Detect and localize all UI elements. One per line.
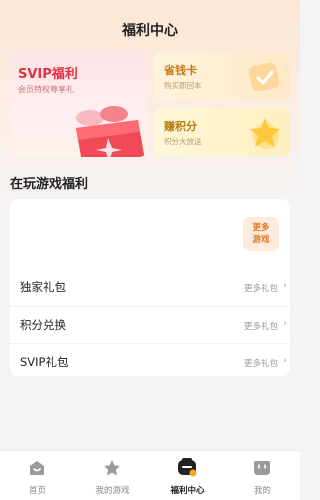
chevron-right-icon: › [283,281,287,291]
more-games-line1: 更多 [252,223,270,233]
profile-icon [254,461,270,475]
home-icon [30,461,44,475]
tab-my-games-label: 我的游戏 [95,486,130,496]
svip-card-subtitle: 会员特权尊享礼 [18,85,74,94]
chevron-right-icon: › [283,319,287,329]
tab-profile-label: 我的 [253,486,271,496]
list-item-exclusive-gift[interactable]: 独家礼包 更多礼包 › [10,269,290,303]
savings-card-title: 省钱卡 [164,64,197,77]
more-gifts-link[interactable]: 更多礼包 [244,320,278,332]
list-item-label: 独家礼包 [20,280,66,294]
welfare-icon [178,458,197,477]
tab-home[interactable]: 首页 [0,451,75,500]
list-item-points-exchange[interactable]: 积分兑换 更多礼包 › [10,306,290,340]
tab-welfare-center[interactable]: 福利中心 [150,451,225,500]
more-games-line2: 游戏 [252,235,270,245]
more-gifts-link[interactable]: 更多礼包 [244,357,278,369]
page-title: 福利中心 [122,23,178,39]
list-item-svip-gift[interactable]: SVIP礼包 更多礼包 › [10,343,290,377]
svip-welfare-card[interactable]: SVIP福利 会员特权尊享礼 [10,52,147,157]
chevron-right-icon: › [283,356,287,366]
more-gifts-link[interactable]: 更多礼包 [244,282,278,294]
tab-profile[interactable]: 我的 [225,451,300,500]
savings-card-icon [248,62,280,92]
bottom-tab-bar: 首页 我的游戏 福利中心 我的 [0,450,300,500]
tab-home-label: 首页 [28,486,46,496]
earn-points-title: 赚积分 [164,120,197,133]
list-item-label: SVIP礼包 [20,355,69,369]
more-games-button[interactable]: 更多 游戏 [243,217,279,251]
earn-points-card[interactable]: 赚积分 积分大放送 [154,108,290,156]
gift-box-icon [76,106,145,157]
tab-welfare-center-label: 福利中心 [170,486,205,496]
star-icon [104,460,120,476]
star-coin-icon [250,118,280,149]
savings-card[interactable]: 省钱卡 购买即回本 [154,52,290,100]
earn-points-subtitle: 积分大放送 [164,137,202,146]
section-title: 在玩游戏福利 [10,177,89,192]
savings-card-subtitle: 购买即回本 [164,81,202,90]
list-item-label: 积分兑换 [20,318,66,332]
tab-my-games[interactable]: 我的游戏 [75,451,150,500]
svip-card-title: SVIP福利 [18,67,78,82]
